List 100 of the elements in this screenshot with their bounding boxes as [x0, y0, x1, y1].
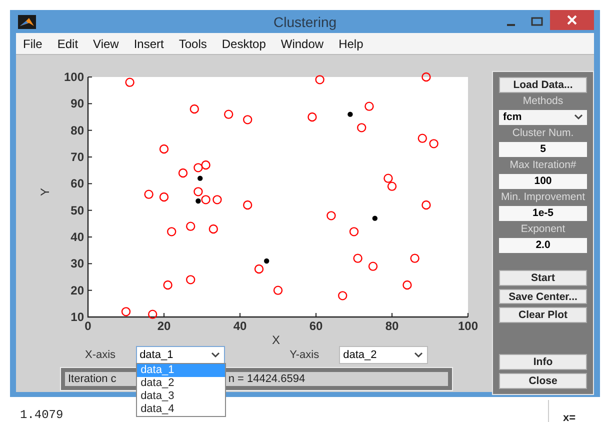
cluster-center: [348, 112, 353, 117]
menu-item[interactable]: Desktop: [214, 36, 274, 50]
data-point: [364, 102, 374, 111]
data-point: [384, 174, 393, 183]
data-point: [387, 182, 397, 191]
tick-label: 90: [70, 96, 84, 111]
data-point: [201, 160, 210, 170]
tick-label: 30: [70, 256, 84, 271]
y-axis-label: Y: [38, 188, 52, 196]
data-point: [422, 72, 431, 82]
data-point: [186, 275, 196, 284]
data-point: [273, 286, 283, 295]
method-dropdown[interactable]: fcm: [499, 110, 587, 125]
input-field[interactable]: 5: [499, 142, 587, 157]
tick-label: 20: [157, 319, 171, 333]
data-point: [159, 192, 169, 202]
close-button[interactable]: [550, 10, 594, 30]
data-point: [125, 78, 134, 87]
data-point: [208, 224, 218, 234]
menu-item[interactable]: Tools: [172, 36, 215, 50]
dropdown-option[interactable]: data_4: [136, 403, 225, 416]
data-point: [212, 195, 222, 204]
data-point: [144, 190, 154, 199]
panel-button[interactable]: Info: [499, 354, 587, 370]
data-point: [410, 254, 420, 263]
tick-label: 20: [70, 283, 84, 298]
data-point: [357, 123, 366, 132]
data-point: [163, 280, 172, 290]
menu-item[interactable]: View: [86, 36, 127, 50]
data-point: [422, 200, 431, 210]
axis-selector-label: X-axis: [85, 349, 116, 361]
status-text: Iteration c: [68, 373, 116, 385]
menu-item[interactable]: Window: [274, 36, 332, 50]
chevron-down-icon: [574, 114, 583, 120]
panel-button[interactable]: Load Data...: [499, 77, 587, 93]
cluster-center: [372, 216, 378, 221]
menu-item[interactable]: File: [16, 36, 50, 50]
close-icon: [567, 15, 577, 25]
panel-button[interactable]: Clear Plot: [499, 307, 587, 324]
data-point: [186, 222, 196, 231]
data-point: [326, 211, 336, 220]
input-field[interactable]: 2.0: [499, 238, 587, 253]
tick-label: 100: [64, 70, 84, 84]
chevron-down-icon: [414, 352, 424, 358]
data-point: [178, 168, 188, 178]
panel-button[interactable]: Close: [499, 373, 587, 389]
tick-label: 0: [84, 319, 92, 333]
data-point: [402, 280, 412, 290]
data-point: [315, 75, 324, 84]
menu-item[interactable]: Edit: [50, 36, 86, 50]
app-logo-icon: [18, 14, 36, 28]
dropdown-option[interactable]: data_2: [136, 377, 225, 390]
cluster-center: [264, 258, 270, 264]
menu-item[interactable]: Insert: [126, 36, 172, 50]
panel-button[interactable]: Start: [499, 270, 587, 286]
data-point: [368, 262, 378, 271]
axis-selector-label: Y-axis: [290, 349, 320, 361]
maximize-icon: [531, 16, 543, 26]
tick-label: 10: [70, 310, 84, 324]
field-label: Min. Improvement: [500, 192, 586, 203]
data-point: [429, 139, 438, 148]
field-label: Exponent: [520, 224, 566, 235]
window-title: Clustering: [273, 14, 337, 30]
minimize-icon: [507, 24, 515, 26]
data-point: [224, 110, 234, 119]
data-point: [121, 307, 131, 316]
data-point: [167, 227, 176, 236]
dropdown-option[interactable]: data_3: [136, 390, 225, 403]
tick-label: 100: [458, 319, 478, 333]
data-point: [194, 187, 203, 196]
axis-dropdown[interactable]: data_2: [339, 346, 428, 364]
data-point: [243, 200, 252, 210]
data-point: [190, 104, 199, 114]
tick-label: 80: [385, 319, 399, 333]
field-label: Cluster Num.: [511, 128, 575, 139]
command-output: 1.4079: [20, 408, 64, 422]
status-text: n = 14424.6594: [228, 373, 306, 385]
data-point: [194, 163, 203, 172]
tick-label: 40: [70, 230, 84, 244]
data-point: [338, 291, 348, 300]
axis-dropdown[interactable]: data_1: [136, 346, 225, 364]
chevron-down-icon: [210, 352, 220, 358]
data-point: [148, 310, 158, 319]
cluster-center: [198, 176, 203, 181]
menu-item[interactable]: Help: [332, 36, 372, 50]
input-field[interactable]: 1e-5: [499, 206, 587, 221]
tick-label: 80: [70, 123, 84, 138]
data-point: [159, 144, 169, 154]
data-point: [201, 195, 210, 204]
data-point: [243, 115, 252, 124]
tick-label: 60: [309, 319, 323, 333]
tick-label: 60: [70, 176, 84, 191]
tick-label: 70: [70, 150, 84, 164]
data-point: [254, 264, 264, 274]
panel-button[interactable]: Save Center...: [499, 288, 587, 304]
variable-text: x=: [563, 412, 576, 422]
input-field[interactable]: 100: [499, 174, 587, 189]
field-label: Max Iteration#: [508, 160, 578, 171]
data-point: [349, 227, 359, 236]
x-axis-label: X: [272, 333, 280, 347]
